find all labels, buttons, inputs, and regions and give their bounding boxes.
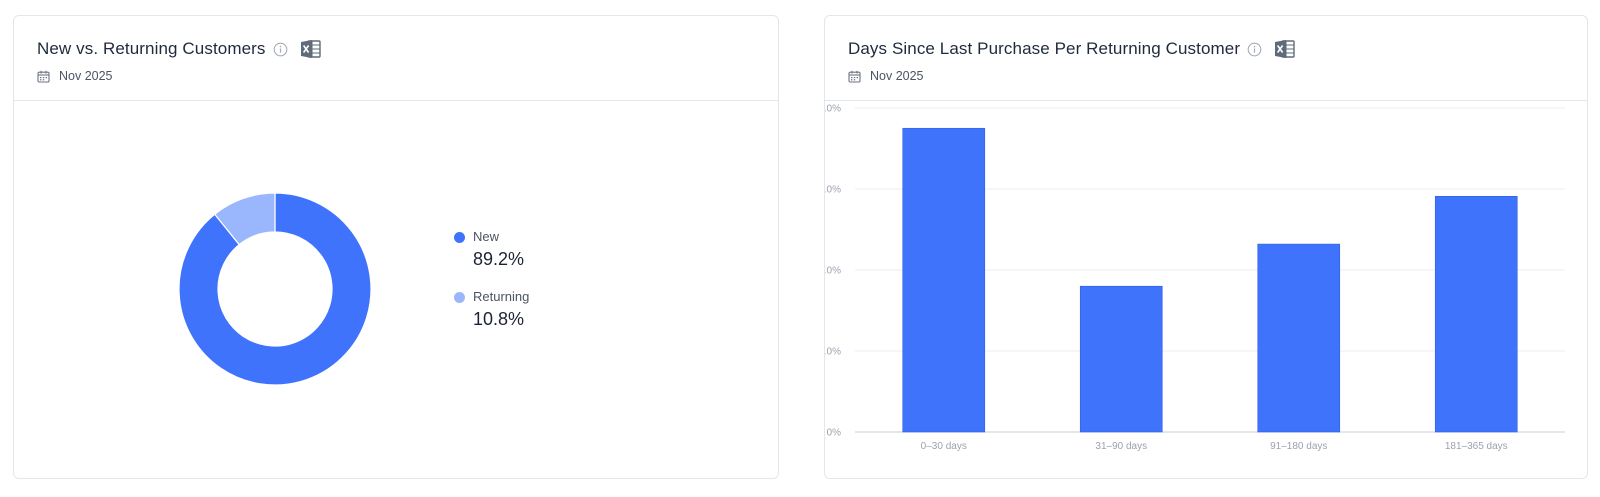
- new-vs-returning-card: New vs. Returning Customers Nov 2025 New…: [13, 15, 779, 479]
- legend-label: Returning: [473, 289, 530, 304]
- legend: New 89.2% Returning 10.8%: [454, 228, 529, 348]
- y-tick-label: 4.0%: [825, 104, 841, 115]
- bar[interactable]: [902, 127, 986, 433]
- legend-item-new: New 89.2%: [454, 228, 529, 272]
- bar[interactable]: [1257, 243, 1341, 433]
- y-tick-label: 1.0%: [825, 347, 841, 358]
- days-since-purchase-card: Days Since Last Purchase Per Returning C…: [824, 15, 1588, 479]
- legend-dot-new: [454, 232, 465, 243]
- bar[interactable]: [1079, 285, 1163, 433]
- legend-label: New: [473, 229, 500, 244]
- x-tick-label: 181–365 days: [1445, 441, 1508, 452]
- x-tick-label: 31–90 days: [1095, 441, 1147, 452]
- y-tick-label: 2.0%: [825, 266, 841, 277]
- donut-chart: [178, 192, 372, 386]
- legend-dot-returning: [454, 292, 465, 303]
- y-tick-label: 0%: [827, 428, 842, 439]
- y-tick-label: 3.0%: [825, 185, 841, 196]
- x-tick-label: 0–30 days: [921, 441, 967, 452]
- legend-item-returning: Returning 10.8%: [454, 288, 529, 332]
- x-tick-label: 91–180 days: [1270, 441, 1327, 452]
- legend-value: 89.2%: [473, 249, 525, 269]
- bar-chart: 0% 1.0% 2.0% 3.0% 4.0% 0–30 days 31–90 days 91–…: [825, 104, 1565, 452]
- legend-value: 10.8%: [473, 309, 525, 329]
- bar[interactable]: [1434, 195, 1518, 433]
